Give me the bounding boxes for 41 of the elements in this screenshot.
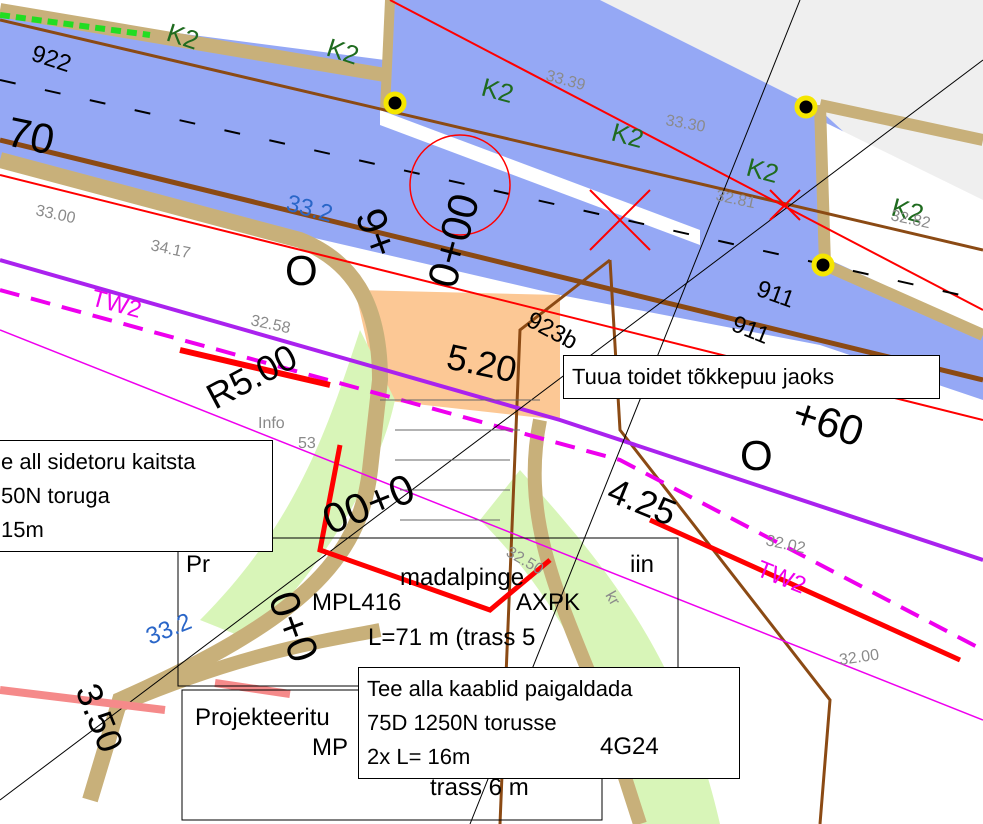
station-label: 00+0 [316,464,422,544]
elevation-label: 33.30 [664,112,707,136]
elevation-label: Info [258,415,285,432]
cable-label: K2 [478,72,517,110]
cable-label: K2 [743,152,782,190]
pipe-label: TW2 [88,284,144,324]
cable-note: iin [630,551,654,578]
cable-label: K2 [323,32,363,71]
cable-note: Projekteeritu [195,704,330,731]
callout-note: e all sidetoru kaitsta 50N toruga 15m [0,440,273,552]
elevation-label: 32.81 [714,187,757,212]
elevation-label: 34.17 [149,237,192,262]
dimension-label: 5.20 [443,336,520,390]
station-label: 0+00 [418,188,488,292]
station-label: O [740,432,773,479]
station-label: 70 [3,108,59,164]
pipe-label: 923b [522,306,582,356]
pipe-label: TW2 [752,556,810,600]
cable-label: K2 [163,17,203,56]
elevation-label: 32.00 [838,646,880,669]
elevation-label: 33.00 [34,202,77,228]
cable-note: MP [312,734,348,761]
marker-dot [794,96,818,118]
station-label: 9+ [346,202,408,264]
dimension-label: 3.50 [68,678,132,758]
cable-note: 4G24 [600,733,659,761]
elevation-label: 53 [298,435,316,452]
marker-dot [384,92,406,114]
contour-label: 33.2 [142,608,196,651]
dimension-label: 4.25 [602,469,682,534]
callout-note: Tuua toidet tõkkepuu jaoks [563,355,940,399]
contour-label: 33.2 [283,190,336,228]
marker-dot [812,254,834,276]
station-label: O [285,247,318,294]
elevation-label: kr [602,588,623,609]
cable-note: Pr [186,551,210,578]
elevation-label: 32.02 [764,532,807,558]
elevation-label: 32.58 [249,312,292,338]
pipe-label: 922 [28,40,75,78]
cable-label: K2 [608,116,647,154]
elevation-label: 33.39 [544,67,588,94]
